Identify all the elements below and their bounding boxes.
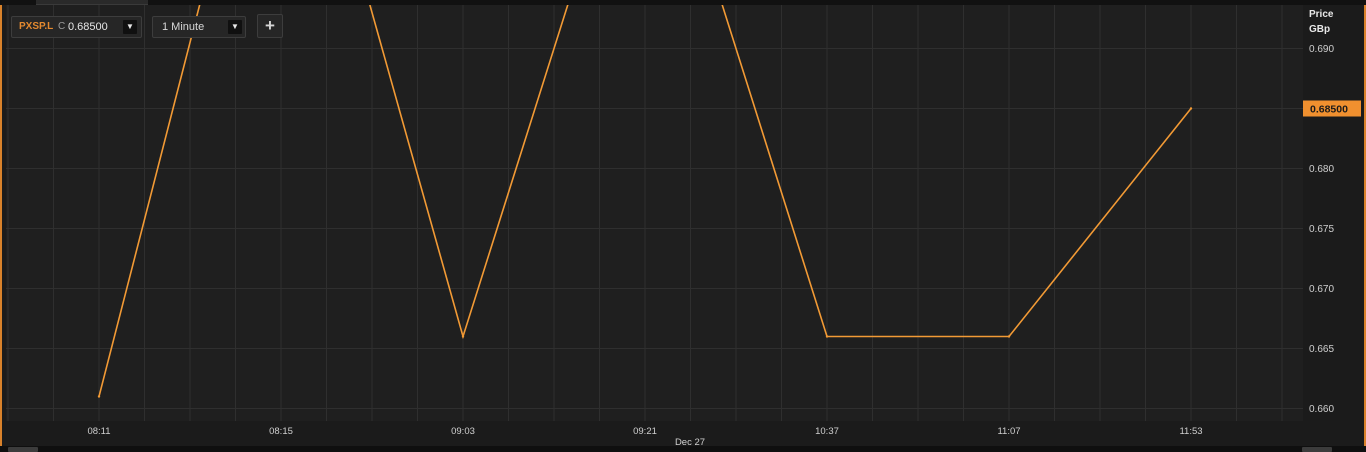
price-point <box>97 395 101 398</box>
interval-select[interactable]: 1 Minute ▼ <box>152 16 246 38</box>
bottom-bar <box>0 446 1366 452</box>
y-axis-title-line1: Price <box>1309 9 1334 20</box>
y-axis-title: Price GBp <box>1309 7 1333 37</box>
y-axis-title-line2: GBp <box>1309 24 1331 35</box>
price-point <box>1189 107 1193 110</box>
interval-label: 1 Minute <box>162 21 205 33</box>
scroll-right-handle[interactable] <box>1302 447 1332 452</box>
chevron-down-icon[interactable]: ▼ <box>123 20 137 34</box>
chevron-down-icon[interactable]: ▼ <box>228 20 242 34</box>
plot-area[interactable] <box>6 5 1303 421</box>
add-series-button[interactable]: + <box>257 14 283 38</box>
symbol-select[interactable]: PXSP.L C 0.68500 ▼ <box>11 16 142 38</box>
symbol-price: 0.68500 <box>68 21 108 33</box>
price-point <box>825 335 829 338</box>
price-point <box>1007 335 1011 338</box>
chart-svg[interactable] <box>6 5 1303 421</box>
symbol-name: PXSP.L <box>19 21 54 32</box>
price-prefix: C <box>58 21 66 32</box>
scroll-left-handle[interactable] <box>8 447 38 452</box>
price-point <box>461 335 465 338</box>
